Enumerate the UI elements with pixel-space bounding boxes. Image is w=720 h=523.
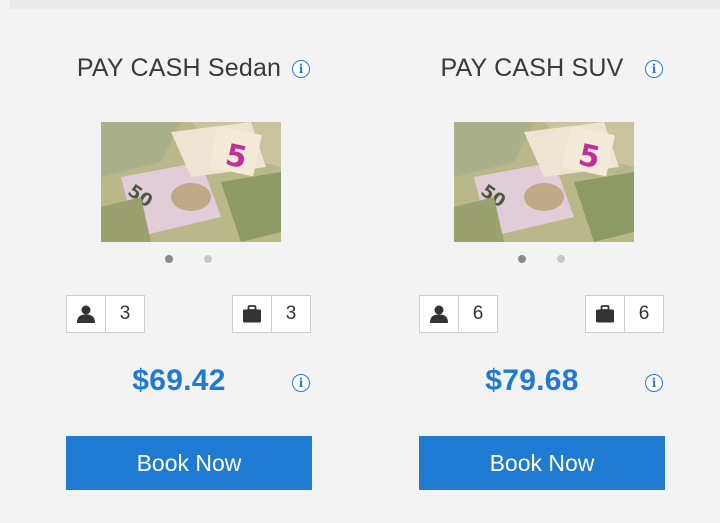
vehicle-card-suv: PAY CASH SUV i 5 50 6 6 $79.68 i Book No… xyxy=(419,30,665,500)
briefcase-icon xyxy=(233,296,272,332)
carousel-dots xyxy=(419,255,665,265)
passenger-count: 6 xyxy=(472,303,484,324)
info-icon[interactable]: i xyxy=(645,60,663,78)
vehicle-title: PAY CASH Sedan xyxy=(76,54,282,82)
briefcase-icon xyxy=(586,296,625,332)
carousel-dot[interactable] xyxy=(518,255,526,263)
user-icon xyxy=(67,296,106,332)
price: $69.42 xyxy=(132,364,226,397)
cash-photo-image: 5 50 xyxy=(101,122,281,242)
book-now-button[interactable]: Book Now xyxy=(66,436,312,490)
passenger-capacity: 3 xyxy=(66,295,145,333)
cash-photo-image: 5 50 xyxy=(454,122,634,242)
card-title-row: PAY CASH Sedan i xyxy=(66,54,312,86)
luggage-count: 3 xyxy=(285,303,297,324)
luggage-count: 6 xyxy=(638,303,650,324)
user-icon xyxy=(420,296,459,332)
card-title-row: PAY CASH SUV i xyxy=(419,54,665,86)
luggage-capacity: 6 xyxy=(585,295,664,333)
info-icon[interactable]: i xyxy=(645,374,663,392)
vehicle-title: PAY CASH SUV xyxy=(440,54,624,82)
info-icon[interactable]: i xyxy=(292,374,310,392)
passenger-count: 3 xyxy=(119,303,131,324)
book-now-button[interactable]: Book Now xyxy=(419,436,665,490)
price: $79.68 xyxy=(485,364,579,397)
luggage-capacity: 3 xyxy=(232,295,311,333)
info-icon[interactable]: i xyxy=(292,60,310,78)
carousel-dot[interactable] xyxy=(557,255,565,263)
carousel-dots xyxy=(66,255,312,265)
carousel-dot[interactable] xyxy=(204,255,212,263)
vehicle-card-sedan: PAY CASH Sedan i 5 50 3 3 $69.42 i Book … xyxy=(66,30,312,500)
vehicle-photo: 5 50 xyxy=(101,122,281,242)
passenger-capacity: 6 xyxy=(419,295,498,333)
vehicle-photo: 5 50 xyxy=(454,122,634,242)
top-divider-bar xyxy=(10,0,720,9)
carousel-dot[interactable] xyxy=(165,255,173,263)
